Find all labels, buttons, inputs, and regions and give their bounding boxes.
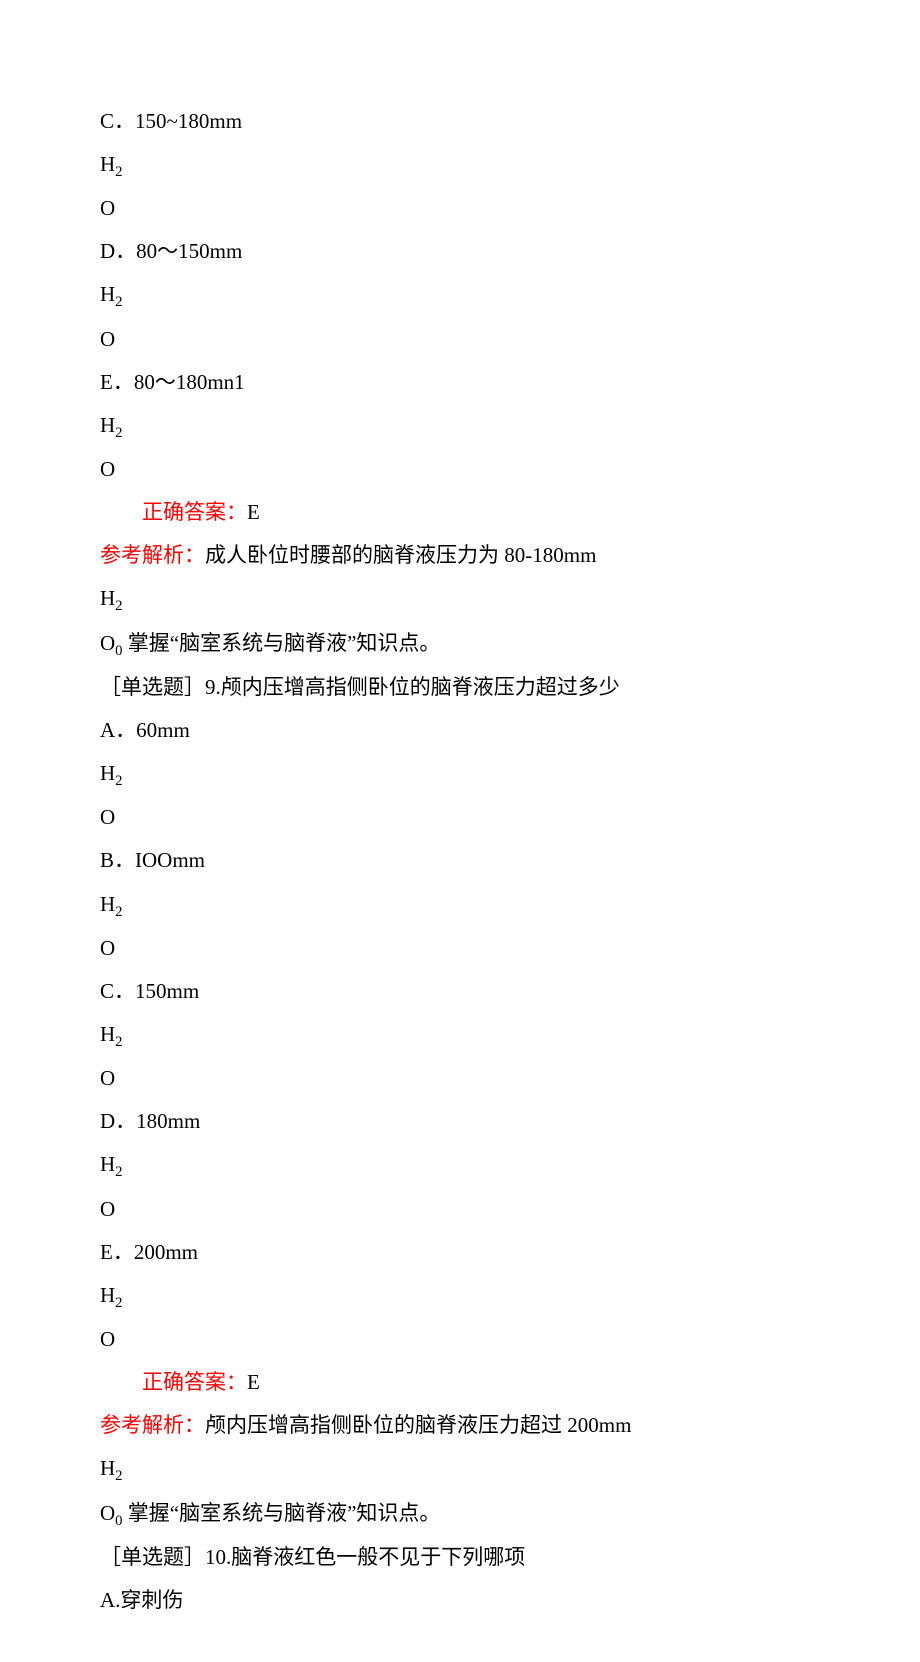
subscript: 2	[115, 425, 122, 441]
text-line: H2	[100, 883, 820, 927]
subscript: 2	[115, 164, 122, 180]
subscript: 0	[115, 1513, 122, 1529]
text: C．150mm	[100, 979, 199, 1003]
text: H	[100, 761, 115, 785]
text: D．180mm	[100, 1109, 200, 1133]
text: O	[100, 1066, 115, 1090]
text-line: 正确答案：E	[100, 491, 820, 534]
text-line: A.穿刺伤	[100, 1579, 820, 1622]
text-line: 参考解析：成人卧位时腰部的脑脊液压力为 80-180mm	[100, 534, 820, 577]
subscript: 2	[115, 599, 122, 615]
text: C．150~180mm	[100, 109, 242, 133]
subscript: 2	[115, 773, 122, 789]
text: D．80～150mm	[100, 239, 242, 263]
subscript: 2	[115, 1295, 122, 1311]
text: ［单选题］9.颅内压增高指侧卧位的脑脊液压力超过多少	[100, 675, 620, 699]
text-line: O	[100, 1318, 820, 1361]
text: H	[100, 282, 115, 306]
text-line: D．80～150mm	[100, 230, 820, 273]
answer-value: E	[247, 1370, 260, 1394]
text: O	[100, 805, 115, 829]
text-line: C．150mm	[100, 970, 820, 1013]
text-line: ［单选题］10.脑脊液红色一般不见于下列哪项	[100, 1536, 820, 1579]
text: O	[100, 196, 115, 220]
text-line: O	[100, 796, 820, 839]
text: O	[100, 1501, 115, 1525]
text: O	[100, 457, 115, 481]
answer-label: 正确答案：	[142, 1370, 247, 1394]
text: 掌握“脑室系统与脑脊液”知识点。	[123, 631, 441, 655]
text: H	[100, 413, 115, 437]
text-line: ［单选题］9.颅内压增高指侧卧位的脑脊液压力超过多少	[100, 666, 820, 709]
text-line: H2	[100, 143, 820, 187]
text-line: O	[100, 448, 820, 491]
text-line: O	[100, 1188, 820, 1231]
analysis-label: 参考解析：	[100, 543, 205, 567]
text-line: H2	[100, 1013, 820, 1057]
text: H	[100, 1456, 115, 1480]
subscript: 0	[115, 643, 122, 659]
text-line: O0 掌握“脑室系统与脑脊液”知识点。	[100, 1492, 820, 1536]
subscript: 2	[115, 904, 122, 920]
text-line: O	[100, 927, 820, 970]
analysis-value: 颅内压增高指侧卧位的脑脊液压力超过 200mm	[205, 1413, 631, 1437]
text-line: 参考解析：颅内压增高指侧卧位的脑脊液压力超过 200mm	[100, 1404, 820, 1447]
subscript: 2	[115, 1034, 122, 1050]
text: O	[100, 1197, 115, 1221]
text: H	[100, 1283, 115, 1307]
text-line: A．60mm	[100, 709, 820, 752]
text-line: O0 掌握“脑室系统与脑脊液”知识点。	[100, 622, 820, 666]
text: H	[100, 1022, 115, 1046]
text-line: D．180mm	[100, 1100, 820, 1143]
text-line: C．150~180mm	[100, 100, 820, 143]
text-line: 正确答案：E	[100, 1361, 820, 1404]
document-body: C．150~180mmH2OD．80～150mmH2OE．80～180mn1H2…	[100, 100, 820, 1622]
analysis-value: 成人卧位时腰部的脑脊液压力为 80-180mm	[205, 543, 596, 567]
text-line: O	[100, 187, 820, 230]
text: ［单选题］10.脑脊液红色一般不见于下列哪项	[100, 1545, 525, 1569]
text: A．60mm	[100, 718, 190, 742]
text-line: H2	[100, 1274, 820, 1318]
text-line: H2	[100, 273, 820, 317]
subscript: 2	[115, 295, 122, 311]
text: A.穿刺伤	[100, 1588, 183, 1612]
text-line: H2	[100, 1447, 820, 1491]
text-line: H2	[100, 577, 820, 621]
text-line: E．80～180mn1	[100, 361, 820, 404]
answer-label: 正确答案：	[142, 500, 247, 524]
text: 掌握“脑室系统与脑脊液”知识点。	[123, 1501, 441, 1525]
subscript: 2	[115, 1165, 122, 1181]
text: O	[100, 1327, 115, 1351]
text: E．80～180mn1	[100, 370, 245, 394]
text: O	[100, 327, 115, 351]
text: H	[100, 1152, 115, 1176]
text-line: B．IOOmm	[100, 839, 820, 882]
analysis-label: 参考解析：	[100, 1413, 205, 1437]
text-line: O	[100, 318, 820, 361]
text: H	[100, 892, 115, 916]
answer-value: E	[247, 500, 260, 524]
text: H	[100, 152, 115, 176]
text-line: H2	[100, 404, 820, 448]
text: O	[100, 936, 115, 960]
text: H	[100, 586, 115, 610]
text: E．200mm	[100, 1240, 198, 1264]
text-line: E．200mm	[100, 1231, 820, 1274]
subscript: 2	[115, 1468, 122, 1484]
text-line: H2	[100, 752, 820, 796]
text-line: O	[100, 1057, 820, 1100]
text-line: H2	[100, 1143, 820, 1187]
text: O	[100, 631, 115, 655]
text: B．IOOmm	[100, 848, 205, 872]
